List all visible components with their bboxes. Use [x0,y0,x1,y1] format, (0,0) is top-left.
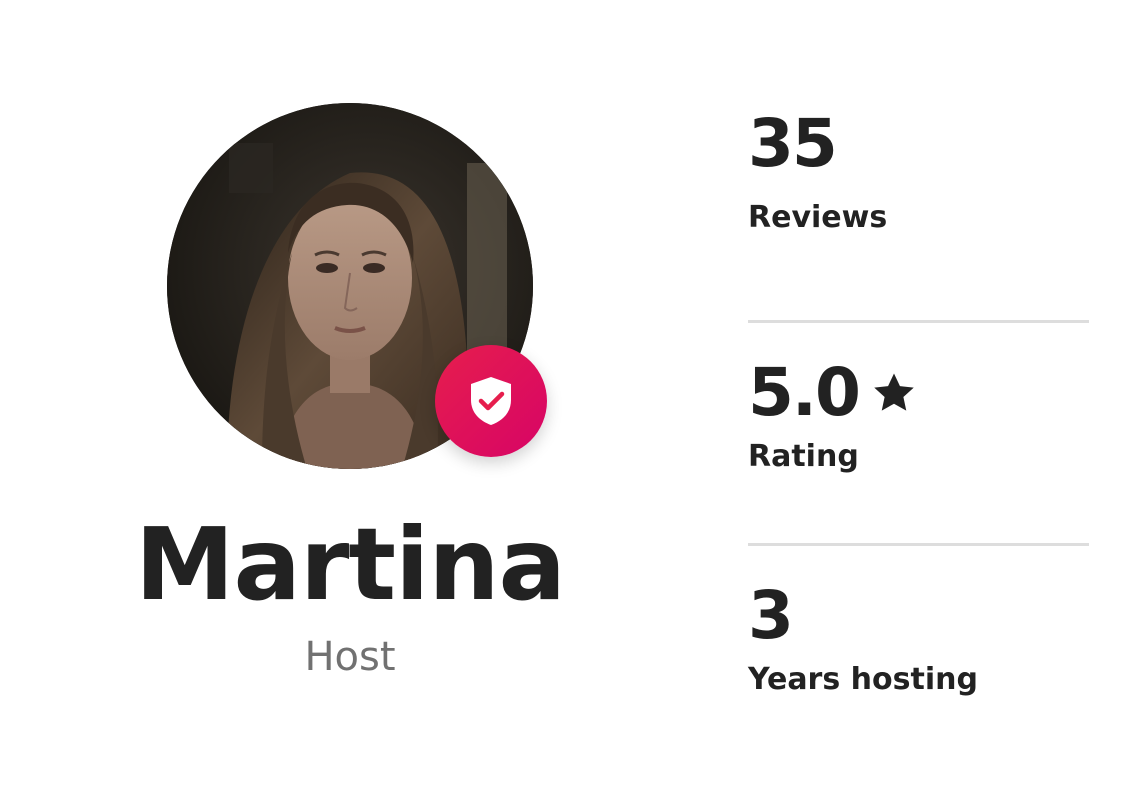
stat-label: Rating [748,439,859,474]
stat-years-hosting: 3 Years hosting [748,543,1089,766]
years-hosting-value: 3 [748,577,794,654]
host-identity: Martina Host [100,100,600,700]
verified-badge [435,345,547,457]
host-stats: 35 Reviews 5.0 Rating 3 Years hosting [748,100,1089,766]
rating-value: 5.0 [748,354,861,431]
star-icon [871,370,917,416]
reviews-count: 35 [748,105,838,182]
stat-rating: 5.0 Rating [748,320,1089,543]
shield-check-icon [471,377,511,425]
host-role: Host [304,634,396,680]
stat-reviews[interactable]: 35 Reviews [748,100,1089,320]
stat-value: 3 [748,576,794,656]
stat-value: 35 [748,104,838,184]
host-profile-card: Martina Host 35 Reviews 5.0 Rating 3 Yea… [0,0,1121,795]
avatar-container [167,103,547,469]
stat-value: 5.0 [748,353,917,433]
stat-label: Years hosting [748,662,978,697]
stat-label: Reviews [748,200,888,235]
host-name: Martina [134,506,566,623]
